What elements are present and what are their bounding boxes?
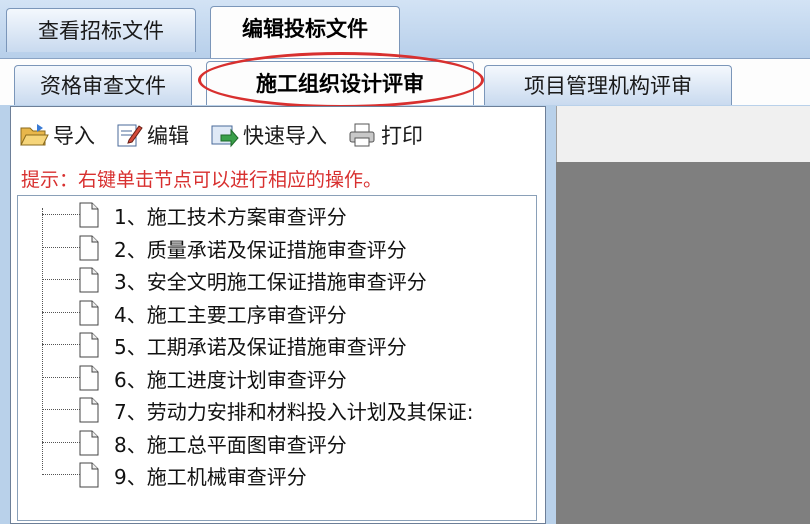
tree-node-label: 3、安全文明施工保证措施审查评分: [114, 270, 427, 294]
tree-node-label: 4、施工主要工序审查评分: [114, 302, 347, 327]
tree-node-label: 6、施工进度计划审查评分: [114, 367, 347, 392]
tree-branch-line: [42, 409, 82, 410]
printer-icon: [349, 123, 375, 147]
toolbar: 导入 编辑 快速导入 打印: [19, 117, 443, 153]
import-label: 导入: [53, 124, 95, 148]
document-icon: [79, 267, 99, 293]
tab-edit-bid-file[interactable]: 编辑投标文件: [210, 6, 400, 58]
tab-qualification-review-file[interactable]: 资格审查文件: [14, 65, 192, 105]
quick-import-icon: [211, 125, 239, 148]
edit-button[interactable]: 编辑: [115, 120, 189, 150]
document-icon: [79, 430, 99, 455]
left-panel: 导入 编辑 快速导入 打印 提示：右键单击节点可以进行相应的操作。 1、施工技术…: [10, 106, 546, 524]
review-tree: 1、施工技术方案审查评分 2、质量承诺及保证措施审查评分 3、安全文明施工保证措施审…: [17, 195, 537, 521]
quick-import-button[interactable]: 快速导入: [209, 120, 327, 150]
document-icon: [79, 365, 99, 390]
tab-project-management-review[interactable]: 项目管理机构评审: [484, 65, 732, 105]
tree-node[interactable]: 1、施工技术方案审查评分: [18, 198, 536, 231]
tree-branch-line: [42, 376, 82, 378]
top-tab-bar: 查看招标文件 编辑投标文件: [0, 0, 810, 58]
tree-node-label: 7、劳动力安排和材料投入计划及其保证:: [114, 400, 474, 424]
tree-node[interactable]: 6、施工进度计划审查评分: [18, 361, 536, 394]
tree-node[interactable]: 8、施工总平面图审查评分: [18, 426, 536, 459]
edit-label: 编辑: [147, 124, 189, 148]
print-label: 打印: [381, 124, 423, 148]
import-button[interactable]: 导入: [19, 120, 95, 150]
document-icon: [79, 235, 99, 260]
hint-text: 提示：右键单击节点可以进行相应的操作。: [21, 169, 383, 191]
quick-import-label: 快速导入: [243, 124, 327, 148]
tree-node[interactable]: 9、施工机械审查评分: [18, 458, 536, 491]
document-icon: [79, 202, 99, 228]
tree-branch-line: [42, 214, 82, 215]
document-icon: [79, 332, 99, 358]
red-highlight-ellipse: [198, 52, 484, 108]
right-panel-header: [556, 106, 810, 162]
tree-node-label: 9、施工机械审查评分: [114, 465, 307, 489]
document-icon: [79, 397, 99, 423]
tree-branch-line: [42, 441, 82, 443]
right-panel: [556, 106, 810, 524]
tree-branch-line: [42, 474, 82, 475]
tree-node[interactable]: 2、质量承诺及保证措施审查评分: [18, 231, 536, 264]
tree-node[interactable]: 5、工期承诺及保证措施审查评分: [18, 328, 536, 361]
document-icon: [79, 462, 99, 488]
document-icon: [79, 300, 99, 325]
tree-branch-line: [42, 279, 82, 280]
edit-icon: [117, 124, 143, 147]
tree-node[interactable]: 7、劳动力安排和材料投入计划及其保证:: [18, 393, 536, 426]
tree-node-label: 1、施工技术方案审查评分: [114, 205, 347, 229]
tab-view-tender-file[interactable]: 查看招标文件: [6, 8, 196, 52]
tree-node-label: 5、工期承诺及保证措施审查评分: [114, 335, 407, 359]
tree-node[interactable]: 3、安全文明施工保证措施审查评分: [18, 263, 536, 296]
tree-branch-line: [42, 344, 82, 345]
print-button[interactable]: 打印: [347, 120, 423, 150]
tree-branch-line: [42, 311, 82, 313]
tree-node-label: 8、施工总平面图审查评分: [114, 432, 347, 457]
tree-node-label: 2、质量承诺及保证措施审查评分: [114, 237, 407, 262]
tree-branch-line: [42, 246, 82, 248]
folder-open-icon: [20, 124, 49, 146]
tree-node[interactable]: 4、施工主要工序审查评分: [18, 296, 536, 329]
